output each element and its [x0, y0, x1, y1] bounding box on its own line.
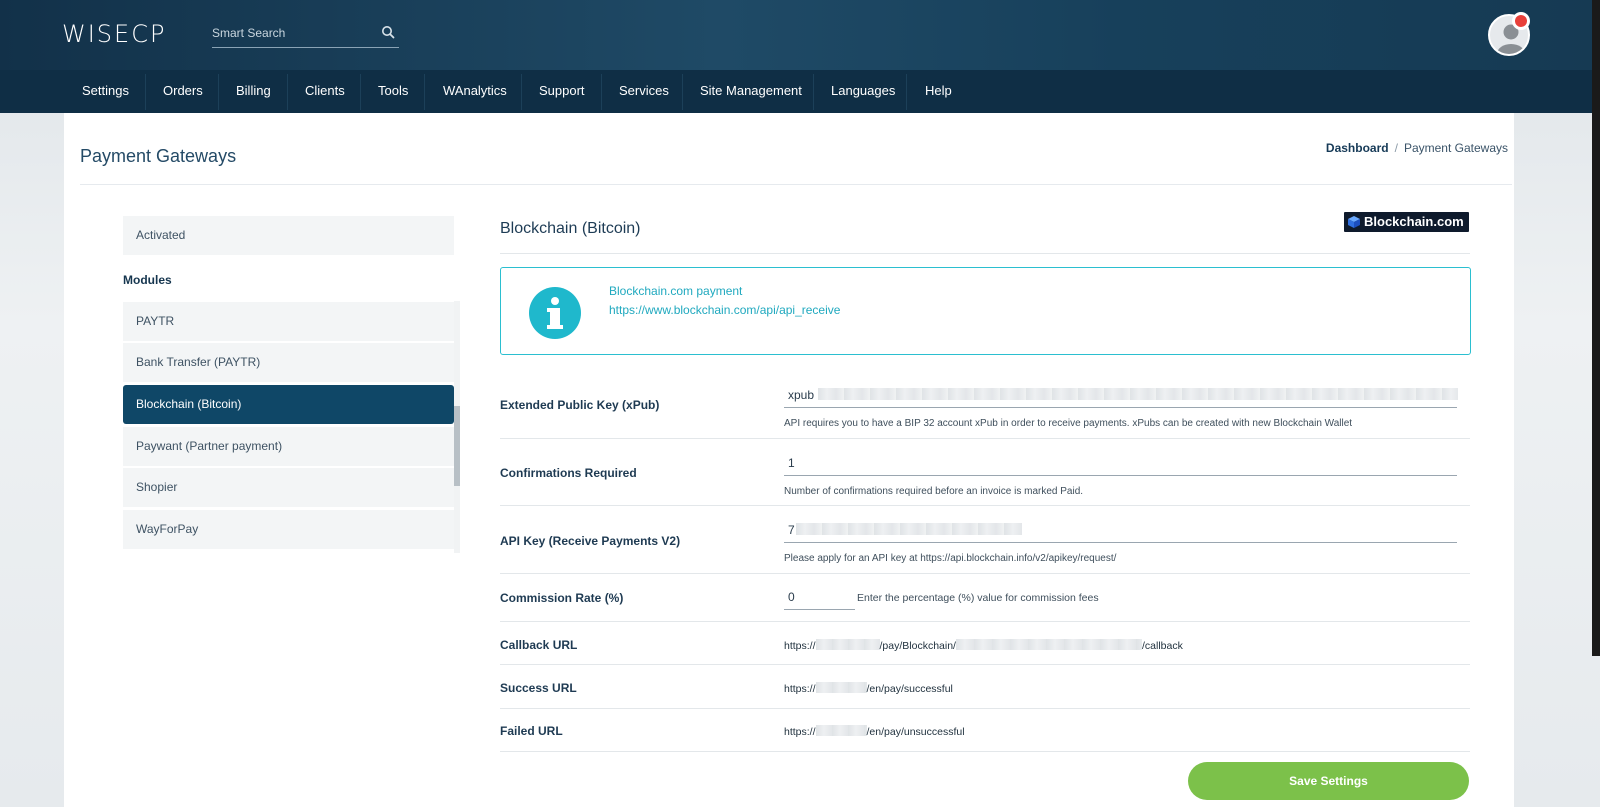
sidebar-item-activated[interactable]: Activated: [123, 216, 454, 255]
page-scrollbar[interactable]: [1592, 0, 1600, 656]
blockchain-logo: Blockchain.com: [1344, 212, 1469, 232]
nav-services[interactable]: Services: [619, 83, 669, 98]
nav-languages[interactable]: Languages: [831, 83, 895, 98]
failed-url-label: Failed URL: [500, 724, 563, 738]
url-suffix: /en/pay/successful: [866, 683, 953, 695]
sidebar-item-paywant[interactable]: Paywant (Partner payment): [123, 427, 454, 466]
nav-divider: [218, 74, 219, 110]
success-url-label: Success URL: [500, 681, 577, 695]
sidebar-item-shopier[interactable]: Shopier: [123, 468, 454, 507]
gateway-title: Blockchain (Bitcoin): [500, 220, 641, 237]
url-prefix: https://: [784, 640, 816, 652]
url-suffix: /en/pay/unsuccessful: [866, 726, 965, 738]
url-suffix: /callback: [1141, 640, 1183, 652]
nav-divider: [906, 74, 907, 110]
nav-divider: [360, 74, 361, 110]
xpub-label: Extended Public Key (xPub): [500, 398, 660, 412]
callback-url-label: Callback URL: [500, 638, 578, 652]
confirmations-input[interactable]: [784, 450, 1457, 476]
nav-support[interactable]: Support: [539, 83, 585, 98]
nav-clients[interactable]: Clients: [305, 83, 345, 98]
divider: [500, 505, 1470, 506]
divider: [500, 438, 1470, 439]
wisecp-logo[interactable]: WISECP: [62, 20, 166, 48]
confirmations-help: Number of confirmations required before …: [784, 486, 1084, 497]
breadcrumb-dashboard-link[interactable]: Dashboard: [1326, 141, 1389, 155]
info-api-link[interactable]: https://www.blockchain.com/api/api_recei…: [609, 303, 840, 317]
divider: [500, 573, 1470, 574]
divider: [500, 621, 1470, 622]
sidebar-item-paytr[interactable]: PAYTR: [123, 302, 454, 341]
nav-divider: [813, 74, 814, 110]
sidebar-item-blockchain[interactable]: Blockchain (Bitcoin): [123, 385, 454, 424]
divider: [500, 751, 1470, 752]
xpub-help: API requires you to have a BIP 32 accoun…: [784, 418, 1353, 429]
sidebar-item-wayforpay[interactable]: WayForPay: [123, 510, 454, 549]
sidebar-item-bank-transfer[interactable]: Bank Transfer (PAYTR): [123, 343, 454, 382]
commission-label: Commission Rate (%): [500, 591, 624, 605]
nav-divider: [424, 74, 425, 110]
breadcrumb-current: Payment Gateways: [1403, 141, 1508, 155]
divider: [500, 664, 1470, 665]
modules-heading: Modules: [123, 273, 172, 287]
nav-help[interactable]: Help: [925, 83, 952, 98]
masked-value: [796, 523, 1022, 535]
masked-value: [955, 639, 1142, 650]
api-key-help: Please apply for an API key at https://a…: [784, 553, 1117, 564]
nav-divider: [682, 74, 683, 110]
nav-divider: [521, 74, 522, 110]
confirmations-label: Confirmations Required: [500, 466, 637, 480]
save-settings-button[interactable]: Save Settings: [1188, 762, 1469, 800]
masked-value: [818, 388, 1458, 400]
nav-wanalytics[interactable]: WAnalytics: [443, 83, 507, 98]
nav-orders[interactable]: Orders: [163, 83, 203, 98]
search-input[interactable]: [212, 22, 372, 44]
commission-help: Enter the percentage (%) value for commi…: [857, 592, 1099, 604]
info-description: Blockchain.com payment: [609, 284, 743, 298]
nav-site-management[interactable]: Site Management: [700, 83, 802, 98]
nav-settings[interactable]: Settings: [82, 83, 129, 98]
page-title: Payment Gateways: [80, 146, 237, 166]
masked-value: [815, 725, 867, 736]
failed-url-value[interactable]: https:// /en/pay/unsuccessful: [784, 725, 965, 738]
divider: [500, 708, 1470, 709]
blockchain-cube-icon: [1348, 216, 1360, 228]
breadcrumb-separator: /: [1394, 141, 1398, 155]
info-icon: [529, 287, 581, 339]
breadcrumb: Dashboard / Payment Gateways: [1326, 141, 1508, 155]
callback-url-value[interactable]: https:// /pay/Blockchain/ /callback: [784, 639, 1183, 652]
smart-search: [212, 22, 399, 48]
nav-divider: [601, 74, 602, 110]
nav-tools[interactable]: Tools: [378, 83, 408, 98]
masked-value: [815, 682, 867, 693]
url-prefix: https://: [784, 726, 816, 738]
nav-divider: [145, 74, 146, 110]
search-icon[interactable]: [381, 25, 395, 39]
url-prefix: https://: [784, 683, 816, 695]
notification-bell-icon[interactable]: [1512, 12, 1530, 30]
divider: [500, 253, 1470, 254]
success-url-value[interactable]: https:// /en/pay/successful: [784, 682, 953, 695]
commission-input[interactable]: [784, 584, 855, 610]
sidebar-scroll-thumb[interactable]: [454, 406, 460, 486]
api-key-label: API Key (Receive Payments V2): [500, 534, 681, 548]
divider: [80, 184, 1512, 185]
url-middle: /pay/Blockchain/: [879, 640, 956, 652]
nav-billing[interactable]: Billing: [236, 83, 271, 98]
blockchain-logo-text: Blockchain.com: [1364, 214, 1464, 229]
nav-divider: [287, 74, 288, 110]
masked-value: [815, 639, 880, 650]
